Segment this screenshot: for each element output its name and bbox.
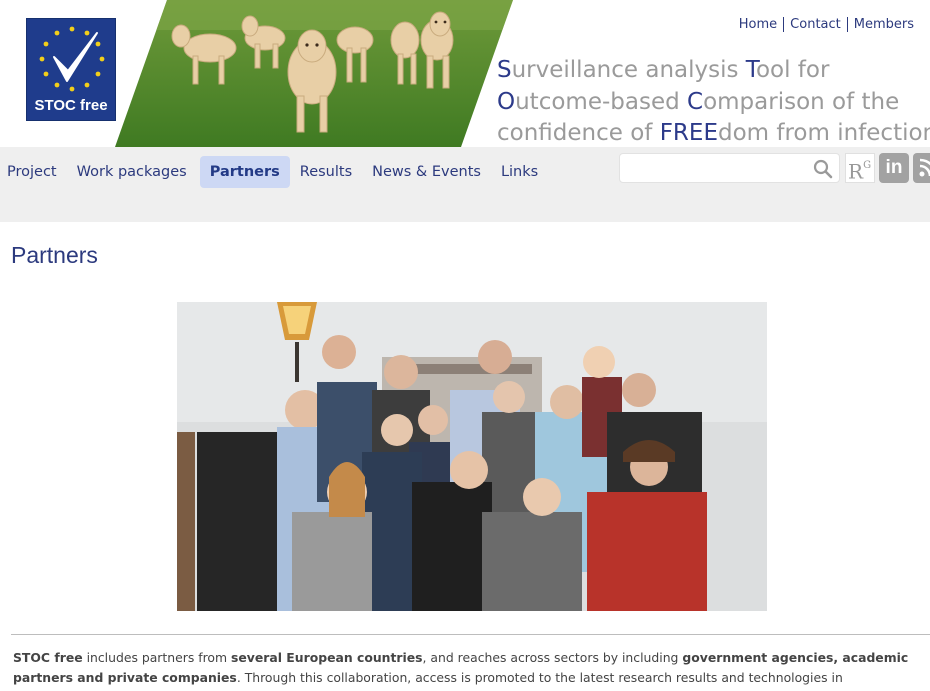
main-nav-bar: Project Work packages Partners Results N… — [0, 147, 930, 222]
logo-text: STOC free — [34, 97, 108, 114]
nav-item-news-events[interactable]: News & Events — [365, 156, 491, 188]
tagline-text: utcome-based — [515, 88, 688, 115]
tagline-text: dom from infection — [717, 120, 930, 146]
tagline-text: urveillance analysis — [511, 57, 746, 83]
search-box — [619, 153, 840, 183]
nav-item-links[interactable]: Links — [494, 156, 548, 188]
search-icon[interactable] — [813, 159, 833, 183]
tagline-text: confidence of — [497, 120, 660, 146]
contact-link[interactable]: Contact — [784, 17, 847, 32]
tagline-line-3: confidence of FREEdom from infection — [497, 118, 930, 150]
nav-item-results[interactable]: Results — [293, 156, 362, 188]
rss-icon[interactable] — [913, 153, 930, 183]
site-header: STOC free Home Contact Members Surveilla… — [0, 0, 930, 147]
page-title: Partners — [11, 242, 98, 268]
tagline-text: ool for — [755, 57, 830, 83]
header-banner-cows — [115, 0, 513, 147]
nav-item-work-packages[interactable]: Work packages — [70, 156, 197, 188]
tagline-initial: FREE — [659, 120, 718, 146]
tagline-initial: O — [497, 88, 516, 115]
partners-group-photo — [177, 302, 767, 611]
researchgate-icon[interactable]: RG — [845, 153, 875, 184]
main-nav: Project Work packages Partners Results N… — [0, 155, 551, 189]
tagline-text: omparison of the — [703, 88, 900, 115]
top-links: Home Contact Members — [733, 17, 920, 32]
intro-bold: STOC free — [13, 650, 83, 665]
tagline-line-1: Surveillance analysis Tool for — [497, 55, 930, 87]
nav-item-partners[interactable]: Partners — [199, 156, 290, 188]
search-input[interactable] — [620, 154, 810, 182]
content-divider — [11, 634, 930, 635]
tagline-initial: C — [687, 88, 704, 115]
linkedin-icon[interactable]: in — [879, 153, 909, 183]
nav-item-project[interactable]: Project — [0, 156, 67, 188]
tagline-initial: T — [745, 57, 756, 83]
tagline-initial: S — [497, 57, 512, 83]
home-link[interactable]: Home — [733, 17, 783, 32]
intro-bold: several European countries — [231, 650, 423, 665]
partners-intro-paragraph: STOC free includes partners from several… — [13, 648, 923, 691]
researchgate-letter: R — [848, 159, 864, 184]
stoc-free-logo[interactable]: STOC free — [26, 18, 116, 121]
intro-text: , and reaches across sectors by includin… — [422, 650, 683, 665]
intro-text: includes partners from — [82, 650, 231, 665]
members-link[interactable]: Members — [848, 17, 920, 32]
project-tagline: Surveillance analysis Tool for Outcome-b… — [497, 55, 930, 150]
tagline-line-2: Outcome-based Comparison of the — [497, 87, 930, 119]
researchgate-sup: G — [863, 160, 872, 171]
